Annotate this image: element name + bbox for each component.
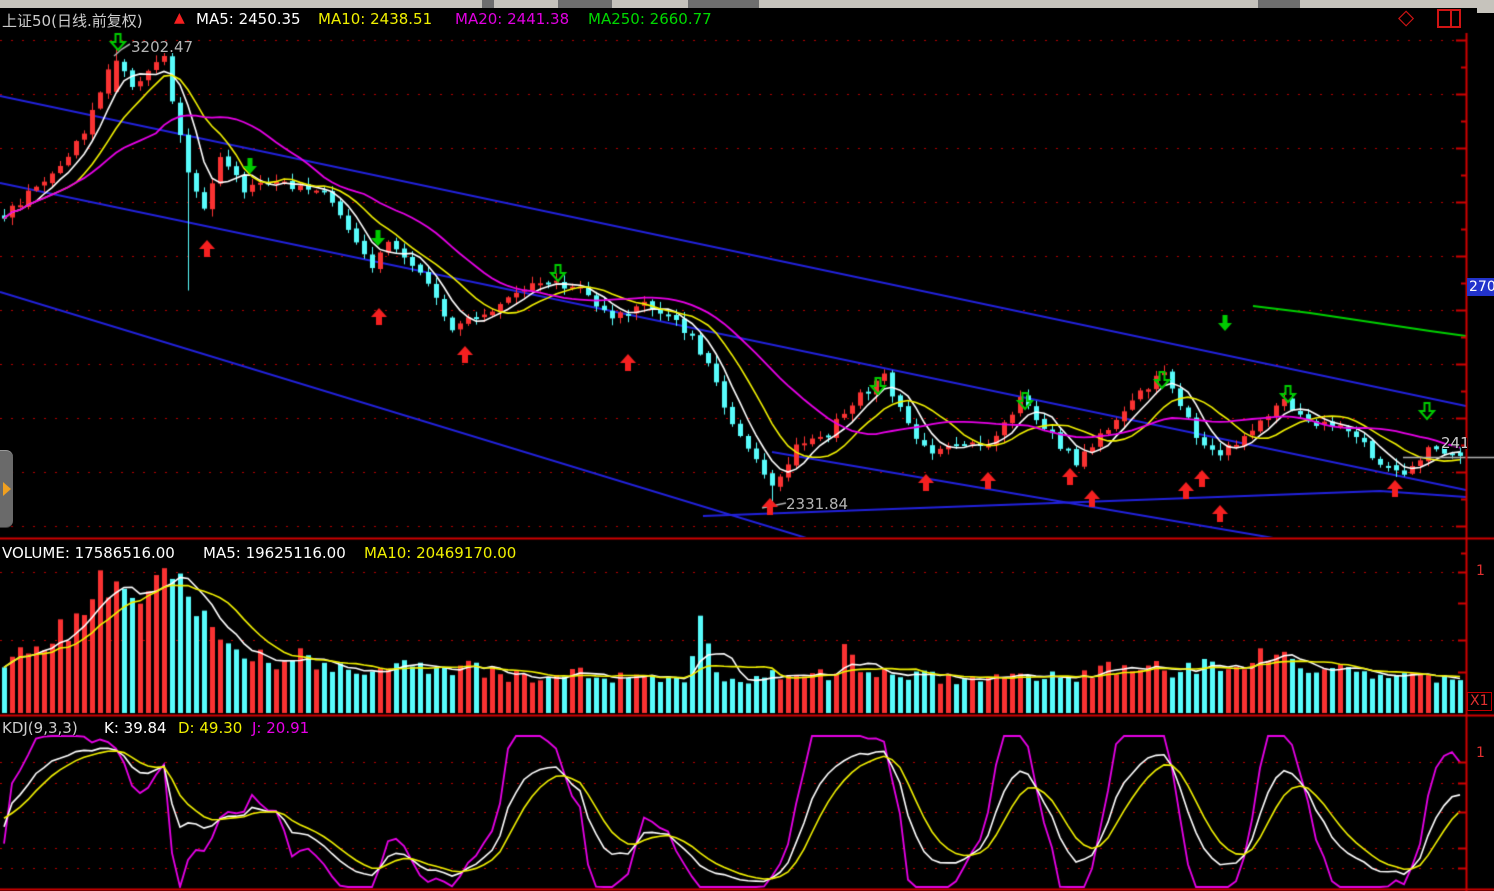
window-top-strip xyxy=(0,0,1494,8)
ma250-value: MA250: 2660.77 xyxy=(588,10,712,28)
volume-scale-label: X1 xyxy=(1467,692,1492,711)
volume-axis-top-label: 1 xyxy=(1476,563,1485,579)
kdj-axis-top-label: 1 xyxy=(1476,745,1485,761)
instrument-title: 上证50(日线.前复权) xyxy=(2,10,143,31)
tile-icon-divider xyxy=(1450,11,1452,26)
trough-price-label: 2331.84 xyxy=(786,495,848,513)
volume-ma5-value: MA5: 19625116.00 xyxy=(203,544,346,562)
ma10-value: MA10: 2438.51 xyxy=(318,10,432,28)
sidebar-expand-handle[interactable] xyxy=(0,450,13,528)
up-arrow-icon: ▲ xyxy=(174,10,185,26)
tile-window-icon[interactable] xyxy=(1437,9,1461,28)
ma20-value: MA20: 2441.38 xyxy=(455,10,569,28)
ma5-value: MA5: 2450.35 xyxy=(196,10,301,28)
volume-value: VOLUME: 17586516.00 xyxy=(2,544,175,562)
diamond-icon[interactable]: ◇ xyxy=(1398,7,1414,27)
kdj-j-value: J: 20.91 xyxy=(252,719,309,737)
ma250-axis-price-box: 270 xyxy=(1467,278,1494,296)
top-strip-notch xyxy=(1258,0,1300,8)
last-price-label: 241 xyxy=(1441,434,1467,452)
top-strip-notch xyxy=(688,0,759,8)
window-corner-block xyxy=(1477,0,1494,13)
chart-canvas[interactable] xyxy=(0,0,1494,891)
kdj-d-value: D: 49.30 xyxy=(178,719,242,737)
peak-price-label: 3202.47 xyxy=(131,38,193,56)
trading-terminal-screen: { "header": { "title": "上证50(日线.前复权)", "… xyxy=(0,0,1494,891)
top-strip-notch xyxy=(558,0,612,8)
expand-right-icon xyxy=(3,482,11,496)
volume-ma10-value: MA10: 20469170.00 xyxy=(364,544,516,562)
top-strip-notch xyxy=(482,0,494,8)
kdj-title: KDJ(9,3,3) xyxy=(2,719,78,737)
kdj-k-value: K: 39.84 xyxy=(104,719,167,737)
